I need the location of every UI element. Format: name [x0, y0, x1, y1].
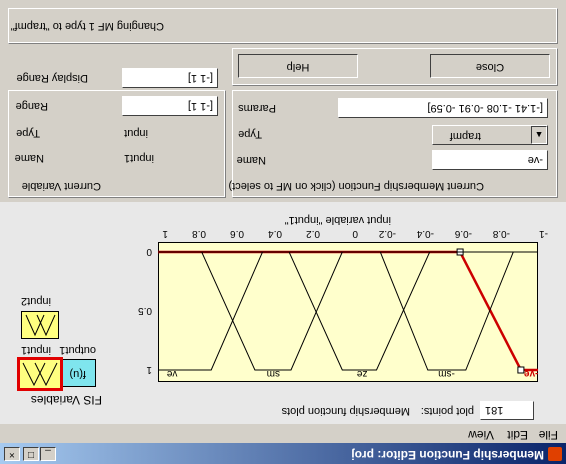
x-tick-label: 0.2 — [306, 228, 320, 239]
close-button[interactable]: Close — [430, 54, 550, 78]
status-message: Changing MF 1 type to "trapmf" — [10, 20, 164, 32]
mf-type-select[interactable]: ▲ trapmf — [432, 125, 548, 145]
display-range-field[interactable]: [-1 1] — [122, 68, 218, 88]
display-range-label: Display Range — [16, 72, 88, 84]
dropdown-arrow-icon[interactable]: ▲ — [531, 126, 547, 144]
x-tick-label: 1 — [162, 228, 168, 239]
mf-name-label: Name — [236, 154, 266, 166]
x-tick-label: -0.6 — [454, 228, 472, 239]
y-tick-label: 1 — [146, 364, 152, 375]
x-tick-label: -0.8 — [492, 228, 510, 239]
x-tick-label: 0.4 — [268, 228, 282, 239]
mf-label[interactable]: ze — [357, 367, 368, 380]
mf-type-value: trapmf — [449, 130, 481, 142]
mf-label[interactable]: ve — [167, 367, 178, 380]
current-mf-title: Current Membership Function (click on MF… — [228, 180, 484, 192]
x-tick-label: -1 — [539, 228, 548, 239]
mf-name-field[interactable]: -ve — [432, 150, 548, 170]
variable-type-label: Type — [16, 127, 40, 139]
mf-label[interactable]: -ve — [524, 367, 538, 380]
mf-params-field[interactable]: [-1.41 -1.08 -0.91 -0.59] — [338, 98, 548, 118]
x-tick-label: -0.2 — [378, 228, 396, 239]
range-field[interactable]: [-1 1] — [122, 96, 218, 116]
x-tick-label: -0.4 — [416, 228, 434, 239]
current-variable-title: Current Variable — [21, 180, 101, 192]
variable-name-label: Name — [14, 152, 44, 164]
y-tick-label: 0 — [146, 246, 152, 257]
mf-params-label: Params — [238, 102, 276, 114]
x-tick-label: 0.6 — [230, 228, 244, 239]
y-tick-label: 0.5 — [138, 305, 152, 316]
x-axis-label: input variable "input1" — [284, 214, 391, 226]
x-tick-label: 0 — [352, 228, 358, 239]
variable-range-label: Range — [15, 100, 48, 112]
mf-editor-window: Membership Function Editor: proj _ □ × F… — [0, 0, 566, 464]
x-tick-label: 0.8 — [192, 228, 206, 239]
variable-name-value: input1 — [124, 152, 154, 164]
variable-type-value: input — [124, 127, 148, 139]
mf-type-label: Type — [238, 128, 262, 140]
mf-label[interactable]: -sm — [438, 367, 455, 380]
help-button[interactable]: Help — [238, 54, 358, 78]
mf-label[interactable]: sm — [267, 367, 280, 380]
